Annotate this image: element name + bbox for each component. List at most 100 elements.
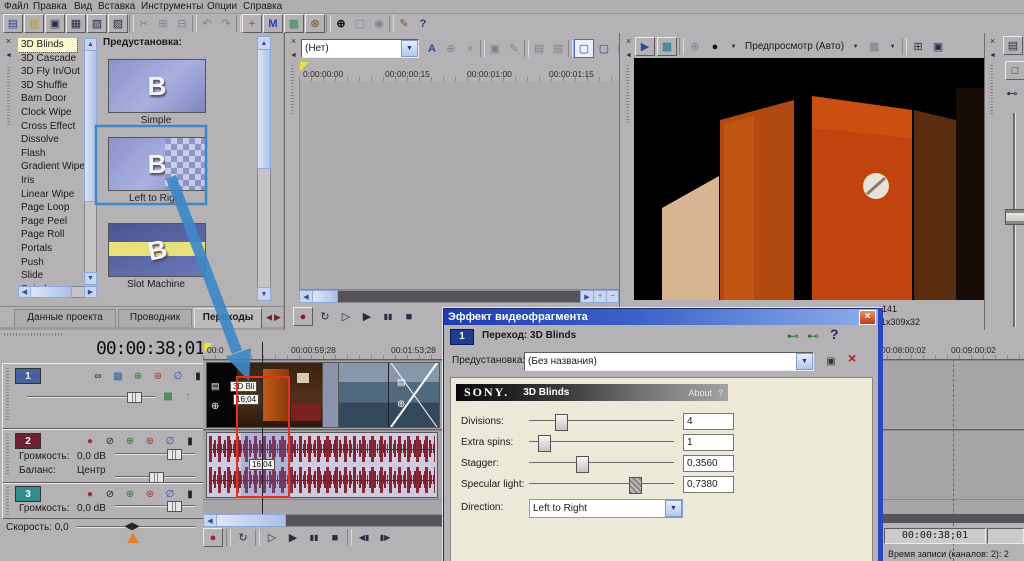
- pan-slider[interactable]: [115, 472, 195, 481]
- param-slider-stagger[interactable]: [529, 462, 674, 466]
- video-clip-1[interactable]: ▤ ⊕: [206, 362, 324, 428]
- preview-quality-label[interactable]: Предпросмотр (Авто): [743, 41, 846, 52]
- loop-playback-icon[interactable]: ↻: [316, 308, 334, 325]
- zoom-out-icon[interactable]: −: [606, 290, 619, 303]
- slider-handle[interactable]: [127, 392, 142, 403]
- menu-tools[interactable]: Инструменты: [141, 1, 203, 12]
- scroll-thumb[interactable]: [216, 514, 286, 527]
- param-slider-divisions[interactable]: [529, 420, 674, 424]
- mute-icon[interactable]: ∅: [161, 486, 179, 502]
- track-header-1[interactable]: 1 ∞ ▩ ⊕ ⊛ ∅ ▮ ▩ ↑ ↓: [2, 363, 204, 429]
- play-icon[interactable]: ▶: [358, 308, 376, 325]
- track-fx-icon[interactable]: ⊕: [129, 368, 147, 384]
- preset-thumb-simple[interactable]: B: [108, 59, 206, 113]
- transition-list-hscrollbar[interactable]: ◀ ▶: [18, 286, 97, 298]
- scroll-thumb[interactable]: [30, 286, 72, 298]
- mute-icon[interactable]: ∅: [161, 433, 179, 449]
- track-number[interactable]: 2: [15, 433, 41, 449]
- pin-panel-icon[interactable]: ◄: [286, 48, 301, 62]
- tab-scroll-right-icon[interactable]: ▶: [272, 310, 283, 324]
- video-view-button[interactable]: ▢: [574, 39, 594, 58]
- scroll-up-icon[interactable]: ▲: [257, 36, 271, 50]
- cut-button[interactable]: ✂: [135, 15, 153, 32]
- pause-icon[interactable]: ▮▮: [379, 308, 397, 325]
- split-screen-icon[interactable]: ⊕: [686, 38, 704, 55]
- track-fx-icon[interactable]: ⊕: [121, 486, 139, 502]
- fx-chain-index-chip[interactable]: 1: [450, 329, 474, 345]
- arm-record-icon[interactable]: ●: [81, 486, 99, 502]
- trimmer-ruler[interactable]: 0:00:00:00 00:00:00:15 00:00:01:00 00:00…: [299, 61, 618, 82]
- stop-icon[interactable]: ■: [326, 529, 344, 546]
- remove-icon[interactable]: ×: [461, 40, 479, 57]
- preview-quality-icon[interactable]: ●: [706, 38, 724, 55]
- bypass-motion-blur-icon[interactable]: ∞: [89, 368, 107, 384]
- preset-thumb-slot-machine[interactable]: B: [108, 223, 206, 277]
- preset-combo[interactable]: (Без названия) ▼: [524, 352, 814, 371]
- chevron-down-icon[interactable]: ▼: [726, 40, 741, 54]
- insert-fx-icon[interactable]: ⊷: [784, 328, 802, 344]
- snap-button[interactable]: +: [242, 14, 262, 33]
- close-panel-icon[interactable]: ×: [985, 34, 1000, 48]
- record-icon[interactable]: ●: [293, 307, 313, 326]
- selection-length-box[interactable]: [987, 528, 1024, 544]
- clip-fx-icon[interactable]: ▤: [211, 381, 220, 392]
- track-header-3[interactable]: 3 ● ⊘ ⊕ ⊛ ∅ ▮ Громкость: 0,0 dB: [2, 483, 204, 519]
- render-button[interactable]: ▧: [87, 14, 107, 33]
- menu-insert[interactable]: Вставка: [98, 1, 135, 12]
- slider-handle[interactable]: [629, 477, 642, 494]
- slider-handle[interactable]: [149, 472, 164, 483]
- edit-cursor[interactable]: [262, 342, 263, 514]
- about-link[interactable]: About: [688, 388, 718, 398]
- menu-options[interactable]: Опции: [207, 1, 237, 12]
- timeline-scrollbar-right[interactable]: [882, 514, 1024, 523]
- scroll-right-icon[interactable]: ▶: [580, 290, 594, 303]
- param-value-divisions[interactable]: 4: [683, 413, 734, 430]
- go-to-start-icon[interactable]: ◀▮: [355, 529, 373, 546]
- loop-playback-icon[interactable]: ↻: [234, 529, 252, 546]
- track-number[interactable]: 3: [15, 486, 41, 502]
- close-icon[interactable]: ×: [859, 310, 876, 325]
- panel-grip[interactable]: [990, 65, 993, 115]
- tab-explorer[interactable]: Проводник: [118, 309, 192, 327]
- chevron-down-icon[interactable]: ▼: [796, 353, 813, 370]
- scroll-left-icon[interactable]: ◀: [299, 290, 313, 303]
- save-marker-icon[interactable]: ▣: [486, 40, 504, 57]
- play-from-start-icon[interactable]: ▷: [263, 529, 281, 546]
- invert-phase-icon[interactable]: ⊘: [101, 433, 119, 449]
- properties-button[interactable]: ▨: [108, 14, 128, 33]
- undo-button[interactable]: ↶: [198, 15, 216, 32]
- solo-icon[interactable]: ▮: [181, 486, 199, 502]
- move-up-icon[interactable]: ↑: [179, 388, 197, 404]
- save-frame-icon[interactable]: ▣: [929, 38, 947, 55]
- chevron-down-icon[interactable]: ▼: [885, 40, 900, 54]
- group-button[interactable]: ⊛: [305, 14, 325, 33]
- copy-frame-icon[interactable]: ⊞: [909, 38, 927, 55]
- param-slider-extra-spins[interactable]: [529, 441, 674, 445]
- package-button[interactable]: ▩: [284, 14, 304, 33]
- audio-clip[interactable]: 16;04: [206, 432, 438, 498]
- close-panel-icon[interactable]: ×: [286, 34, 301, 48]
- timeline-scrollbar[interactable]: ◀: [203, 514, 443, 527]
- timeline-grip[interactable]: [4, 333, 64, 336]
- pencil-slash-icon[interactable]: ✎: [505, 40, 523, 57]
- rate-slider-handle[interactable]: ◀▶: [122, 521, 142, 532]
- scroll-down-icon[interactable]: ▼: [257, 287, 271, 301]
- master-plug-icon[interactable]: ⊷: [1003, 85, 1021, 102]
- automation-settings-icon[interactable]: ⊛: [141, 433, 159, 449]
- stop-icon[interactable]: ■: [400, 308, 418, 325]
- video-clip-2[interactable]: ▤ ⊕: [338, 362, 440, 428]
- video-fx-icon[interactable]: ▩: [657, 37, 677, 56]
- param-value-extra-spins[interactable]: 1: [683, 434, 734, 451]
- chevron-down-icon[interactable]: ▼: [848, 40, 863, 54]
- track-fx-icon[interactable]: ⊕: [121, 433, 139, 449]
- tab-project-media[interactable]: Данные проекта: [14, 309, 116, 327]
- scroll-thumb[interactable]: [257, 49, 271, 169]
- delete-preset-icon[interactable]: ×: [848, 350, 856, 366]
- close-panel-icon[interactable]: ×: [1, 34, 16, 48]
- track-number[interactable]: 1: [15, 368, 41, 384]
- automation-settings-icon[interactable]: ⊛: [149, 368, 167, 384]
- menu-file[interactable]: Файл: [4, 1, 29, 12]
- master-fader-handle[interactable]: [1005, 209, 1024, 225]
- transition-list-scrollbar[interactable]: ▲ ▼: [84, 38, 97, 284]
- frame-a-icon[interactable]: ▤: [530, 40, 548, 57]
